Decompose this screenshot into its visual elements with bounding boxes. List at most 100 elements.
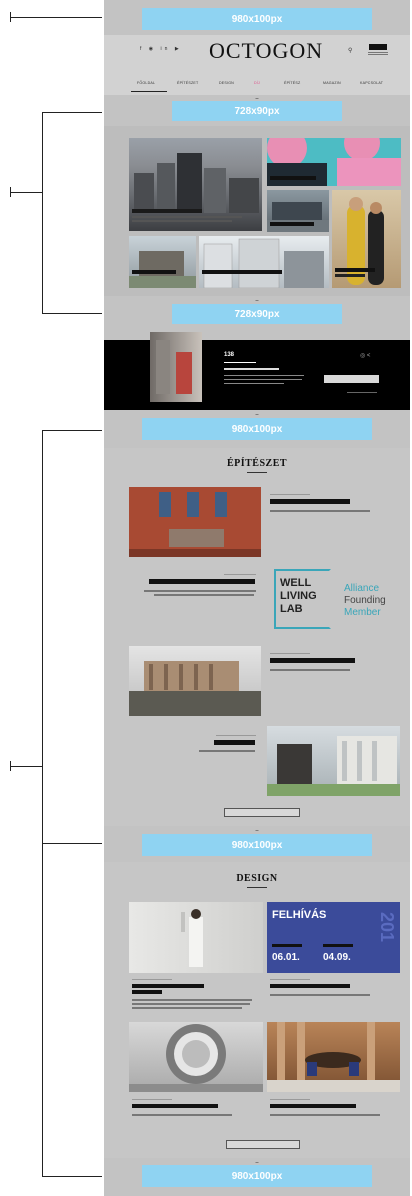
design-more-button[interactable] (226, 1140, 300, 1149)
annotation-bracket-top-line (10, 17, 102, 18)
annotation-bracket-1-vertical (42, 112, 43, 313)
annotation-bracket-2-top (42, 430, 102, 431)
podcast-divider (224, 362, 256, 363)
arch-article-3-excerpt (270, 669, 350, 671)
linkedin-icon[interactable]: in (161, 46, 171, 52)
arch-article-3-title[interactable] (270, 658, 355, 663)
featured-tile-mid-right-b-caption2 (335, 274, 365, 277)
featured-tile-main-text (132, 216, 242, 218)
podcast-share-icon[interactable]: ◎ < (360, 352, 370, 359)
featured-tile-bottom-a[interactable] (129, 236, 196, 288)
round-object-image (129, 1024, 263, 1092)
facebook-icon[interactable]: f (140, 46, 144, 52)
annotation-bracket-2-bottom (42, 1176, 102, 1177)
design-article-3-meta (132, 1099, 172, 1100)
annotation-bracket-1-bottom (42, 313, 102, 314)
arch-article-4-meta (216, 735, 256, 736)
nav-item-design[interactable]: DESIGN (219, 81, 234, 85)
nav-item-epitesz[interactable]: ÉPÍTÉSZ (284, 81, 300, 85)
design-title-rule (247, 887, 267, 888)
design-article-3-excerpt (132, 1114, 232, 1116)
model-image (129, 661, 261, 716)
annotation-bracket-1-top (42, 112, 102, 113)
alliance-line-1: Alliance (344, 583, 380, 594)
arch-article-4-image[interactable] (267, 726, 400, 796)
felhivas-year: 201 (377, 912, 397, 943)
brick-building-image (129, 487, 261, 557)
podcast-desc-line (224, 379, 302, 380)
ad-mid-banner[interactable]: 728x90px (172, 304, 342, 324)
architecture-title-rule (247, 472, 267, 473)
ad-bottom[interactable]: 980x100px (142, 1165, 372, 1187)
design-article-1-image[interactable] (129, 902, 263, 973)
design-article-1-meta (132, 979, 172, 980)
featured-tile-main-text (132, 220, 232, 222)
login-subtext (366, 51, 390, 56)
featured-tile-bottom-b[interactable] (199, 236, 329, 288)
nav-item-fooldal[interactable]: FŐOLDAL (137, 81, 155, 85)
design-article-1-title2[interactable] (132, 990, 162, 994)
arch-article-4-title[interactable] (214, 740, 255, 745)
design-article-4-title[interactable] (270, 1104, 356, 1108)
featured-tile-mid-right-b-caption (335, 268, 375, 272)
featured-tile-bottom-a-caption (132, 270, 176, 274)
login-button[interactable] (369, 44, 387, 50)
design-article-2-excerpt (270, 994, 370, 996)
design-article-2-image[interactable]: FELHÍVÁS 201 06.01. 04.09. (267, 902, 400, 973)
arch-article-3-image[interactable] (129, 646, 261, 716)
featured-tile-bottom-a-image (129, 251, 196, 288)
felhivas-date-bar-2 (323, 944, 353, 947)
instagram-icon[interactable]: ◉ (149, 46, 156, 52)
podcast-cover[interactable] (150, 332, 202, 402)
design-article-4-image[interactable] (267, 1022, 400, 1092)
architecture-section-title: ÉPÍTÉSZET (226, 458, 288, 469)
podcast-more-link[interactable] (347, 392, 377, 393)
well-line-1: WELL (280, 577, 312, 589)
woman-portrait-image (181, 909, 203, 967)
design-article-2-title[interactable] (270, 984, 350, 988)
search-icon[interactable]: ⚲ (348, 47, 352, 54)
ad-section-banner-2[interactable]: 980x100px (142, 834, 372, 856)
ad-label: ▬ (255, 828, 259, 832)
podcast-number: 138 (224, 352, 235, 358)
arch-article-1-excerpt (270, 510, 370, 512)
ad-label: ▬ (255, 412, 259, 416)
featured-tile-bottom-b-caption (202, 270, 282, 274)
felhivas-date-bar-1 (272, 944, 302, 947)
ad-top[interactable]: 980x100px (142, 8, 372, 30)
design-article-4-meta (270, 1099, 310, 1100)
well-line-2: LIVING (280, 590, 317, 602)
arch-article-2-title[interactable] (149, 579, 255, 584)
podcast-listen-button[interactable] (324, 375, 379, 383)
annotation-bracket-2-mid2 (42, 843, 102, 844)
ad-section-banner-1[interactable]: 980x100px (142, 418, 372, 440)
nav-item-kapcsolat[interactable]: KAPCSOLAT (360, 81, 383, 85)
arch-article-1-image[interactable] (129, 487, 261, 557)
architecture-more-button[interactable] (224, 808, 300, 817)
arch-article-1-title[interactable] (270, 499, 350, 504)
alliance-line-2: Founding (344, 595, 386, 606)
design-article-3-image[interactable] (129, 1022, 263, 1092)
youtube-icon[interactable]: ▶ (175, 46, 182, 52)
design-article-4-excerpt (270, 1114, 380, 1116)
site-logo[interactable]: OCTOGON (209, 38, 323, 64)
podcast-cover-image (156, 340, 192, 394)
page-column: 980x100px f ◉ in ▶ OCTOGON ⚲ FŐOLDAL ÉPÍ… (104, 0, 410, 1196)
felhivas-date-1: 06.01. (272, 952, 300, 963)
ad-header-banner[interactable]: 728x90px (172, 101, 342, 121)
alliance-line-3: Member (344, 607, 381, 618)
design-article-1-title[interactable] (132, 984, 204, 988)
arch-article-2-image[interactable]: WELL LIVING LAB Alliance Founding Member (267, 567, 400, 637)
nav-item-magazin[interactable]: MAGAZIN (323, 81, 341, 85)
design-article-1-excerpt (132, 1003, 250, 1005)
podcast-desc-line (224, 375, 304, 376)
featured-tile-main-caption (132, 209, 202, 213)
felhivas-title: FELHÍVÁS (272, 909, 327, 921)
well-line-3: LAB (280, 603, 303, 615)
featured-tile-mid-right-a-caption (270, 222, 314, 226)
arch-article-2-meta (224, 574, 256, 575)
nav-item-dij[interactable]: DÍJ (254, 81, 260, 85)
nav-item-epiteszet[interactable]: ÉPÍTÉSZET (177, 81, 198, 85)
arch-article-4-excerpt (199, 750, 255, 752)
design-article-3-title[interactable] (132, 1104, 218, 1108)
